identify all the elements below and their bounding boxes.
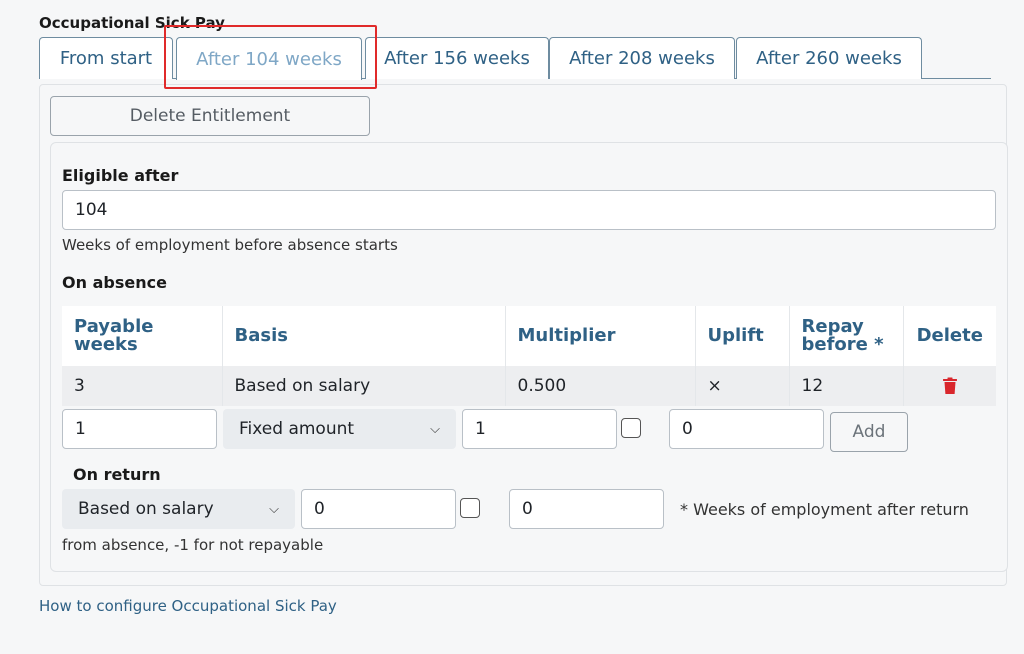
return-basis-select[interactable]: Based on salary ⌵ — [62, 489, 295, 529]
new-repay-before-input[interactable]: 0 — [669, 409, 824, 449]
cell-repay-before: 12 — [789, 366, 904, 406]
tab-after-260-weeks[interactable]: After 260 weeks — [736, 37, 922, 79]
add-button[interactable]: Add — [830, 412, 908, 452]
cell-basis: Based on salary — [222, 366, 506, 406]
eligible-after-help: Weeks of employment before absence start… — [62, 236, 398, 254]
col-basis: Basis — [222, 306, 506, 366]
help-link[interactable]: How to configure Occupational Sick Pay — [39, 597, 337, 615]
return-multiplier-input[interactable]: 0 — [301, 489, 456, 529]
entitlement-tabs: From start After 104 weeks After 156 wee… — [39, 37, 991, 80]
eligible-after-label: Eligible after — [62, 166, 179, 185]
new-basis-value: Fixed amount — [239, 419, 355, 439]
delete-entitlement-button[interactable]: Delete Entitlement — [50, 96, 370, 136]
tab-after-156-weeks[interactable]: After 156 weeks — [365, 37, 549, 79]
new-uplift-checkbox[interactable] — [621, 418, 641, 438]
repay-note-continued: from absence, -1 for not repayable — [62, 536, 324, 554]
on-absence-label: On absence — [62, 273, 167, 292]
cell-uplift: × — [695, 366, 790, 406]
section-title: Occupational Sick Pay — [39, 14, 225, 32]
new-basis-select[interactable]: Fixed amount ⌵ — [223, 409, 456, 449]
tab-from-start[interactable]: From start — [39, 37, 173, 79]
cell-delete — [903, 366, 996, 406]
new-payable-weeks-input[interactable]: 1 — [62, 409, 217, 449]
new-multiplier-input[interactable]: 1 — [462, 409, 617, 449]
cell-multiplier: 0.500 — [505, 366, 696, 406]
absence-table: Payable weeks Basis Multiplier Uplift Re… — [62, 306, 996, 406]
chevron-down-icon: ⌵ — [269, 501, 279, 517]
chevron-down-icon: ⌵ — [430, 421, 440, 437]
repay-note: * Weeks of employment after return — [680, 500, 969, 519]
table-row: 3 Based on salary 0.500 × 12 — [62, 366, 996, 406]
col-delete: Delete — [903, 306, 996, 366]
col-uplift: Uplift — [695, 306, 790, 366]
col-multiplier: Multiplier — [505, 306, 696, 366]
tab-after-104-weeks[interactable]: After 104 weeks — [176, 37, 362, 80]
tab-after-208-weeks[interactable]: After 208 weeks — [549, 37, 735, 79]
cell-payable-weeks: 3 — [62, 366, 223, 406]
col-payable-weeks: Payable weeks — [62, 306, 223, 366]
trash-icon[interactable] — [942, 377, 958, 395]
on-return-label: On return — [73, 465, 161, 484]
return-basis-value: Based on salary — [78, 499, 214, 519]
return-repay-input[interactable]: 0 — [509, 489, 664, 529]
return-uplift-checkbox[interactable] — [460, 498, 480, 518]
col-repay-before: Repay before * — [789, 306, 904, 366]
eligible-after-input[interactable]: 104 — [62, 190, 996, 230]
